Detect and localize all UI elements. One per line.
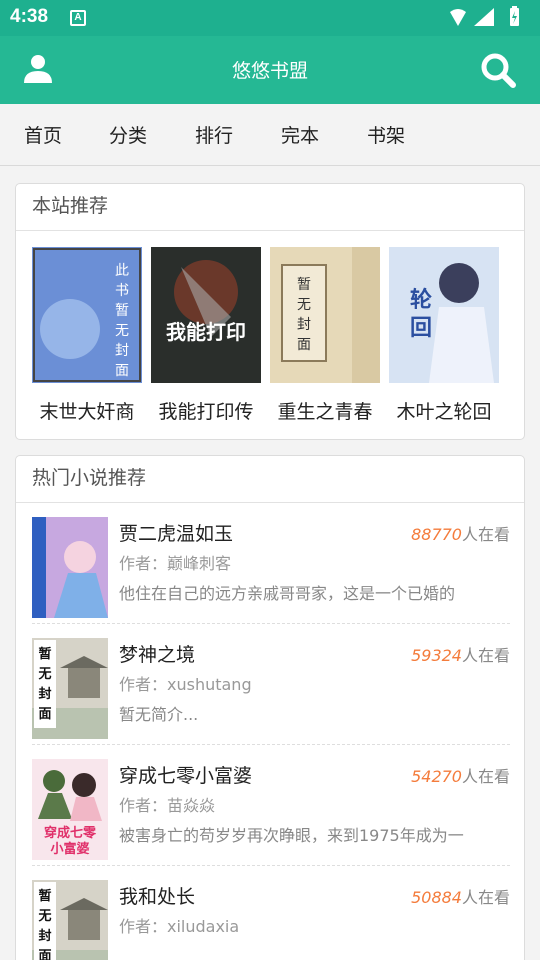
svg-text:回: 回 xyxy=(410,316,432,341)
notification-icon: A xyxy=(70,10,86,26)
reader-count: 50884人在看 xyxy=(411,884,510,908)
wifi-icon xyxy=(450,9,466,26)
book-title: 梦神之境 xyxy=(119,644,196,666)
search-icon xyxy=(481,53,516,88)
reader-count-number: 54270 xyxy=(411,767,462,786)
book-author: 作者：巅峰刺客 xyxy=(119,554,232,573)
svg-text:小富婆: 小富婆 xyxy=(50,841,89,857)
book-title: 贾二虎温如玉 xyxy=(119,523,234,545)
svg-text:暂: 暂 xyxy=(38,646,51,662)
reader-count-suffix: 人在看 xyxy=(461,525,510,544)
svg-text:暂: 暂 xyxy=(297,277,311,293)
svg-text:暂: 暂 xyxy=(38,888,51,904)
reader-count: 54270人在看 xyxy=(411,763,510,787)
reader-count: 88770人在看 xyxy=(411,521,510,545)
recommend-book[interactable]: 轮 回 木叶之轮回 xyxy=(389,247,499,424)
book-author: 作者：xiludaxia xyxy=(119,917,240,936)
svg-text:封: 封 xyxy=(297,317,311,333)
reader-count-suffix: 人在看 xyxy=(461,888,510,907)
app-header: 悠悠书盟 xyxy=(0,36,540,104)
book-cover xyxy=(32,517,108,618)
status-bar: 4:38 A xyxy=(0,0,540,36)
reader-count-number: 88770 xyxy=(411,525,462,544)
svg-text:面: 面 xyxy=(38,949,51,960)
svg-text:面: 面 xyxy=(297,337,311,353)
hot-novels-title: 热门小说推荐 xyxy=(16,456,524,503)
book-name: 我能打印传 xyxy=(158,401,254,423)
svg-text:无: 无 xyxy=(37,667,51,682)
svg-text:封: 封 xyxy=(115,343,129,359)
svg-text:无: 无 xyxy=(115,323,129,339)
tab-home[interactable]: 首页 xyxy=(24,121,62,148)
book-description: 被害身亡的苟岁岁再次睁眼，来到1975年成为一 xyxy=(119,826,464,845)
system-status-icons xyxy=(450,6,519,26)
recommend-section: 本站推荐 此 书 暂 无 封 面 末世大奸商 我能打印 我能打印传 暂 无 封 … xyxy=(15,183,525,440)
svg-text:我能打印: 我能打印 xyxy=(166,320,246,344)
book-title: 穿成七零小富婆 xyxy=(119,765,253,787)
svg-text:轮: 轮 xyxy=(410,287,432,313)
recommend-title: 本站推荐 xyxy=(16,184,524,231)
list-item[interactable]: 穿成七零 小富婆 穿成七零小富婆 54270人在看 作者：苗焱焱 被害身亡的苟岁… xyxy=(32,745,510,866)
tab-ranking[interactable]: 排行 xyxy=(195,121,233,148)
search-button[interactable] xyxy=(478,50,518,90)
svg-text:暂: 暂 xyxy=(115,303,129,319)
recommend-book[interactable]: 此 书 暂 无 封 面 末世大奸商 xyxy=(32,247,142,424)
svg-text:无: 无 xyxy=(37,909,51,924)
signal-icon xyxy=(474,8,494,26)
svg-text:无: 无 xyxy=(297,297,311,313)
svg-text:面: 面 xyxy=(38,707,51,722)
book-description: 暂无简介... xyxy=(119,705,199,724)
status-time: 4:38 xyxy=(10,6,49,27)
svg-text:面: 面 xyxy=(115,363,129,379)
nav-bar: 首页 分类 排行 完本 书架 xyxy=(0,104,540,166)
book-name: 重生之青春 xyxy=(277,401,373,423)
book-name: 木叶之轮回 xyxy=(396,401,492,423)
svg-text:书: 书 xyxy=(115,283,129,299)
tab-bookshelf[interactable]: 书架 xyxy=(367,121,405,148)
svg-text:封: 封 xyxy=(38,686,51,702)
list-item[interactable]: 贾二虎温如玉 88770人在看 作者：巅峰刺客 他住在自己的远方亲戚哥哥家，这是… xyxy=(32,503,510,624)
tab-category[interactable]: 分类 xyxy=(109,121,147,148)
book-name: 末世大奸商 xyxy=(39,401,135,423)
book-cover: 暂 无 封 面 xyxy=(32,638,108,739)
book-cover: 我能打印 xyxy=(151,247,261,383)
book-description: 他住在自己的远方亲戚哥哥家，这是一个已婚的 xyxy=(119,584,456,603)
hot-novels-section: 热门小说推荐 贾二虎温如玉 88770人在看 作者：巅峰刺客 他住在自己的远方亲… xyxy=(15,455,525,960)
book-cover: 暂 无 封 面 xyxy=(270,247,380,383)
reader-count-suffix: 人在看 xyxy=(461,646,510,665)
book-author: 作者：苗焱焱 xyxy=(119,796,216,815)
reader-count-number: 59324 xyxy=(411,646,462,665)
recommend-book[interactable]: 我能打印 我能打印传 xyxy=(151,247,261,424)
list-item[interactable]: 暂 无 封 面 梦神之境 59324人在看 作者：xushutang 暂无简介.… xyxy=(32,624,510,745)
svg-text:穿成七零: 穿成七零 xyxy=(44,825,97,841)
reader-count-number: 50884 xyxy=(411,888,462,907)
reader-count-suffix: 人在看 xyxy=(461,767,510,786)
page-title: 悠悠书盟 xyxy=(231,60,308,82)
book-cover: 暂 无 封 面 xyxy=(32,880,108,960)
reader-count: 59324人在看 xyxy=(411,642,510,666)
recommend-book[interactable]: 暂 无 封 面 重生之青春 xyxy=(270,247,380,424)
list-item[interactable]: 暂 无 封 面 我和处长 50884人在看 作者：xiludaxia xyxy=(32,866,510,960)
book-title: 我和处长 xyxy=(119,886,196,908)
svg-text:封: 封 xyxy=(38,928,51,944)
book-cover: 穿成七零 小富婆 xyxy=(32,759,108,860)
tab-completed[interactable]: 完本 xyxy=(281,121,319,148)
svg-text:此: 此 xyxy=(115,263,129,279)
book-author: 作者：xushutang xyxy=(119,675,252,694)
book-cover: 轮 回 xyxy=(389,247,499,383)
book-cover: 此 书 暂 无 封 面 xyxy=(32,247,142,383)
